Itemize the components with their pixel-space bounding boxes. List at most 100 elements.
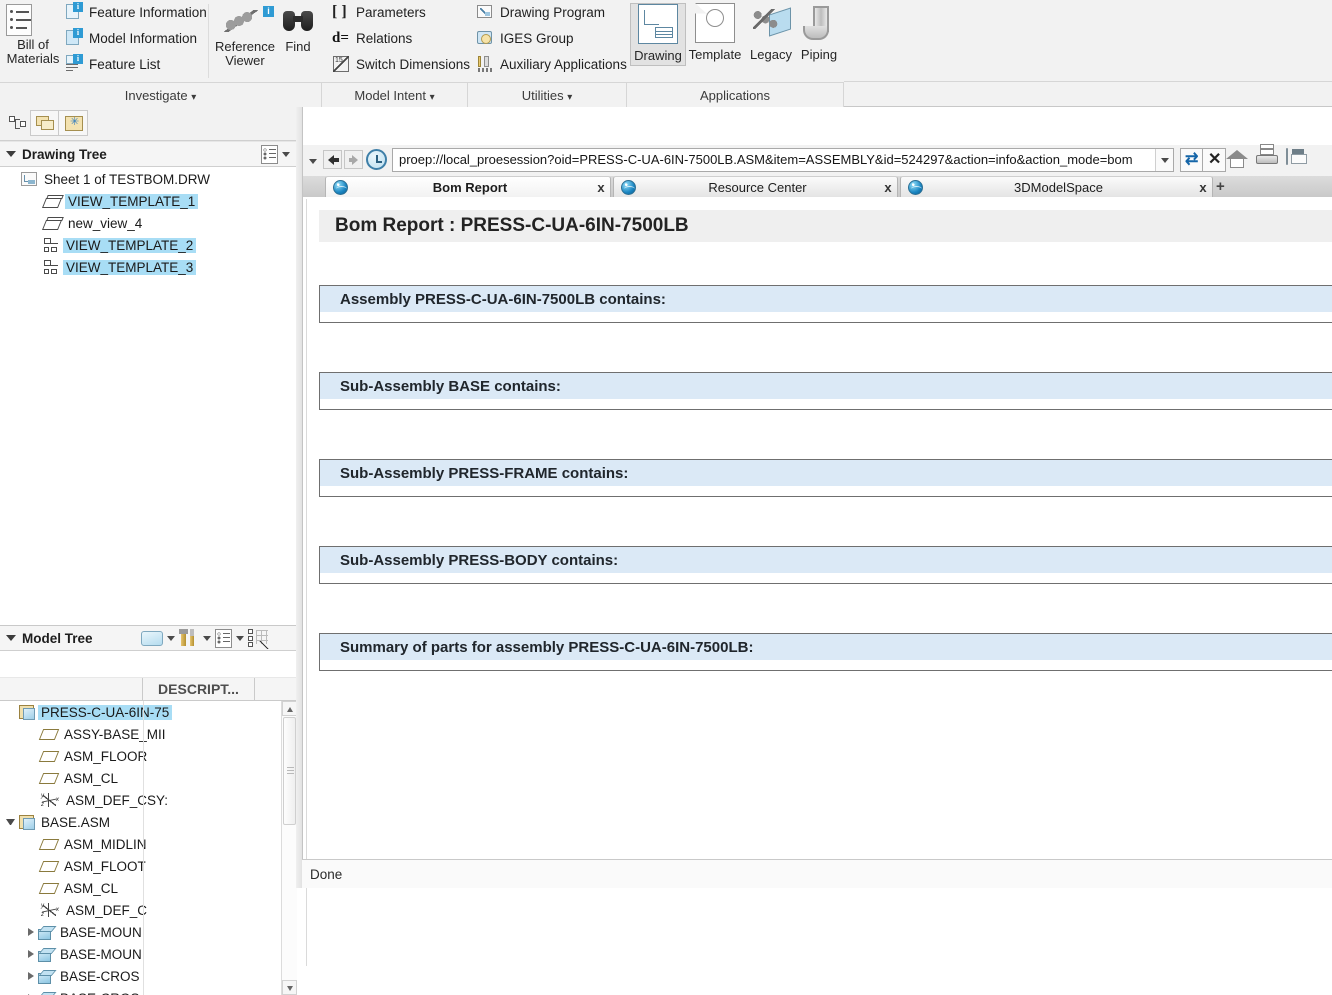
scroll-down-button[interactable] <box>282 980 297 995</box>
chevron-down-icon[interactable] <box>203 636 211 641</box>
arrow-right-tail <box>349 158 355 162</box>
ribbon-group-label-model-intent[interactable]: Model Intent ▾ <box>322 82 468 107</box>
toolbar-overflow-caret-icon[interactable] <box>309 159 317 164</box>
floppy-save-icon <box>1286 148 1288 165</box>
tree-row[interactable]: VIEW_TEMPLATE_1 <box>0 190 302 212</box>
bom-icon <box>6 4 32 36</box>
assembly-icon <box>19 815 34 829</box>
ribbon-empty-area <box>844 0 1332 81</box>
column-name[interactable] <box>0 678 143 701</box>
home-button[interactable] <box>1226 149 1250 172</box>
tree-columns-icon[interactable] <box>215 629 232 648</box>
tree-row-label: ASM_FLOOT <box>61 859 149 874</box>
tree-row[interactable]: BASE-MOUN <box>0 943 280 965</box>
template-app-button[interactable]: Template <box>687 3 743 62</box>
chevron-down-icon[interactable] <box>236 636 244 641</box>
tree-row[interactable]: ASM_CL <box>0 767 280 789</box>
column-extra[interactable] <box>255 678 302 701</box>
close-x-icon: ✕ <box>1208 151 1221 169</box>
model-tree[interactable]: PRESS-C-UA-6IN-75ASSY-BASE_MIIASM_FLOORA… <box>0 701 280 995</box>
collapse-arrow-icon[interactable] <box>6 819 15 825</box>
drawing-program-label: Drawing Program <box>500 5 605 20</box>
column-description[interactable]: DESCRIPT... <box>143 678 255 701</box>
chevron-down-icon[interactable] <box>167 636 175 641</box>
stop-button[interactable]: ✕ <box>1202 148 1226 172</box>
scroll-up-button[interactable] <box>282 701 297 716</box>
tree-view-button[interactable] <box>2 110 32 136</box>
model-information-button[interactable]: i Model Information <box>65 29 197 47</box>
tree-row[interactable]: ASM_MIDLIN <box>0 833 280 855</box>
bill-of-materials-button[interactable]: Bill of Materials <box>4 4 62 66</box>
drawing-program-button[interactable]: Drawing Program <box>476 3 605 21</box>
tab-close-icon[interactable]: x <box>879 180 897 195</box>
feature-information-button[interactable]: i Feature Information <box>65 3 207 21</box>
tab-close-icon[interactable]: x <box>592 180 610 195</box>
expand-arrow-icon[interactable] <box>28 972 34 980</box>
model-tree-header[interactable]: Model Tree <box>0 625 135 651</box>
tree-row[interactable]: VIEW_TEMPLATE_2 <box>0 234 302 256</box>
section-heading: Summary of parts for assembly PRESS-C-UA… <box>320 634 1332 660</box>
expand-arrow-icon[interactable] <box>28 950 34 958</box>
new-tab-button[interactable]: + <box>1216 178 1225 195</box>
ribbon-group-label-investigate[interactable]: Investigate ▾ <box>0 82 322 107</box>
save-page-button[interactable] <box>1286 149 1310 172</box>
tree-row[interactable]: PRESS-C-UA-6IN-75 <box>0 701 280 723</box>
parameters-button[interactable]: [ ] Parameters <box>332 3 426 21</box>
back-button[interactable] <box>323 150 342 169</box>
switch-dimensions-button[interactable]: Switch Dimensions <box>332 55 470 73</box>
model-info-icon: i <box>65 29 83 47</box>
tab-bom-report[interactable]: Bom Report x <box>325 176 611 197</box>
tree-row[interactable]: BASE.ASM <box>0 811 280 833</box>
folder-browser-button[interactable] <box>30 110 60 136</box>
drawing-tree-header[interactable]: Drawing Tree <box>0 141 257 167</box>
tree-row[interactable]: ASM_FLOOR <box>0 745 280 767</box>
tree-columns-icon[interactable] <box>261 145 278 164</box>
scrollbar-thumb[interactable] <box>283 717 296 825</box>
settings-tools-icon[interactable] <box>179 628 199 648</box>
auxiliary-applications-button[interactable]: Auxiliary Applications <box>476 55 627 73</box>
tree-row[interactable]: yzxASM_DEF_CSY: <box>0 789 280 811</box>
tree-row[interactable]: VIEW_TEMPLATE_3 <box>0 256 302 278</box>
tree-row[interactable]: ASM_FLOOT <box>0 855 280 877</box>
tree-row[interactable]: ASSY-BASE_MII <box>0 723 280 745</box>
find-button[interactable]: Find <box>280 6 316 54</box>
tree-row[interactable]: new_view_4 <box>0 212 302 234</box>
relations-button[interactable]: d= Relations <box>332 29 412 47</box>
tree-row[interactable]: BASE-MOUN <box>0 921 280 943</box>
tree-row[interactable]: Sheet 1 of TESTBOM.DRW <box>0 168 302 190</box>
tree-row-label: Sheet 1 of TESTBOM.DRW <box>41 172 213 187</box>
embedded-browser: proep://local_proesession?oid=PRESS-C-UA… <box>302 107 1332 888</box>
tree-nodes-icon <box>9 116 27 132</box>
history-button[interactable] <box>366 149 387 170</box>
url-dropdown-button[interactable] <box>1155 149 1173 171</box>
reference-viewer-button[interactable]: i Reference Viewer <box>214 6 276 68</box>
collapse-caret-icon[interactable] <box>6 635 16 641</box>
display-style-icon[interactable] <box>141 631 163 646</box>
tree-row[interactable]: BASE-CROS <box>0 987 280 995</box>
tab-close-icon[interactable]: x <box>1194 180 1212 195</box>
chevron-down-icon[interactable] <box>282 152 290 157</box>
refresh-button[interactable]: ⇄ <box>1180 148 1204 172</box>
globe-icon <box>621 180 636 195</box>
favorites-button[interactable] <box>58 110 88 136</box>
address-bar[interactable]: proep://local_proesession?oid=PRESS-C-UA… <box>392 148 1174 172</box>
expand-arrow-icon[interactable] <box>28 928 34 936</box>
feature-list-button[interactable]: i Feature List <box>65 55 160 73</box>
part-icon <box>38 970 53 983</box>
tab-3dmodelspace[interactable]: 3DModelSpace x <box>900 176 1213 197</box>
piping-app-button[interactable]: Piping <box>791 3 847 62</box>
tree-row[interactable]: BASE-CROS <box>0 965 280 987</box>
tree-row[interactable]: yzxASM_DEF_C <box>0 899 280 921</box>
iges-group-button[interactable]: IGES Group <box>476 29 574 47</box>
print-button[interactable] <box>1255 149 1279 172</box>
model-tree-scrollbar[interactable] <box>281 701 297 995</box>
tree-filters-icon[interactable] <box>248 629 268 647</box>
drawing-tree[interactable]: Sheet 1 of TESTBOM.DRW VIEW_TEMPLATE_1new… <box>0 168 302 624</box>
drawing-app-button[interactable]: Drawing <box>630 3 686 66</box>
tree-row[interactable]: ASM_CL <box>0 877 280 899</box>
forward-button[interactable] <box>344 150 363 169</box>
collapse-caret-icon[interactable] <box>6 151 16 157</box>
iges-group-icon <box>476 29 494 47</box>
tab-resource-center[interactable]: Resource Center x <box>613 176 898 197</box>
ribbon-group-label-utilities[interactable]: Utilities ▾ <box>468 82 627 107</box>
